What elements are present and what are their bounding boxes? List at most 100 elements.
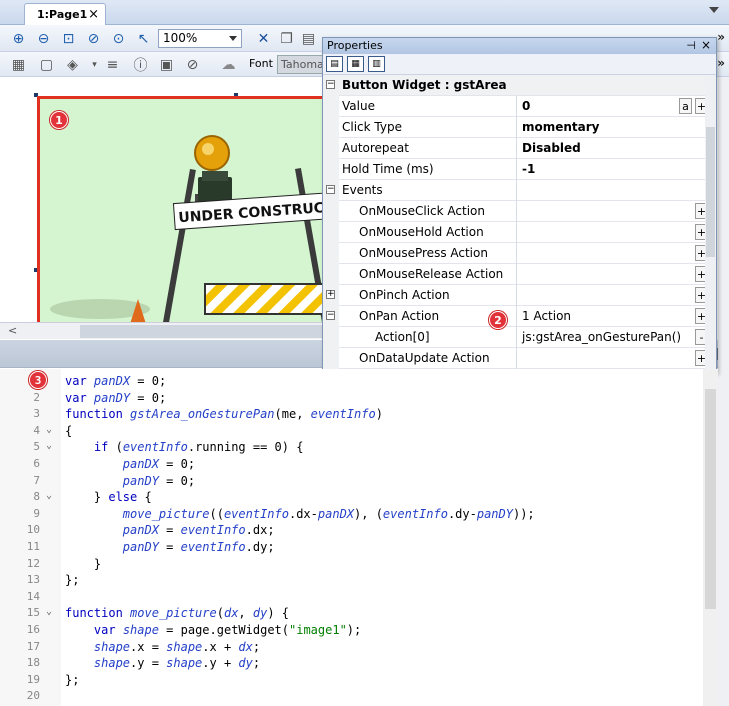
property-value[interactable]: momentary <box>516 117 706 138</box>
grid-icon[interactable]: ▦ <box>10 56 27 73</box>
fold-toggle-icon[interactable]: ⌄ <box>46 424 52 435</box>
properties-vertical-scrollbar[interactable] <box>705 75 716 372</box>
code-line[interactable]: 20 <box>0 689 700 706</box>
font-select[interactable]: Tahoma <box>277 55 323 74</box>
code-line[interactable]: 11 panDY = eventInfo.dy; <box>0 540 700 557</box>
property-row[interactable]: OnDataUpdate Action + <box>323 348 716 369</box>
expand-icon[interactable]: + <box>326 290 335 299</box>
property-row[interactable]: OnMouseRelease Action + <box>323 264 716 285</box>
property-row[interactable]: OnMouseClick Action + <box>323 201 716 222</box>
property-value[interactable] <box>516 222 706 243</box>
image-icon[interactable]: ▣ <box>158 56 175 73</box>
tab-list-dropdown-icon[interactable] <box>709 7 719 13</box>
property-value[interactable]: 1 Action <box>516 306 706 327</box>
zoom-select[interactable]: 100% <box>158 29 242 48</box>
property-row[interactable]: OnMouseHold Action + <box>323 222 716 243</box>
property-value[interactable] <box>516 201 706 222</box>
property-value[interactable] <box>516 243 706 264</box>
row-gutter: − <box>323 75 339 96</box>
disable-icon[interactable]: ⊘ <box>184 56 201 73</box>
collapse-icon[interactable]: − <box>326 185 335 194</box>
code-line[interactable]: 17 shape.x = shape.x + dx; <box>0 640 700 657</box>
design-canvas[interactable]: UNDER CONSTRUCTION 1 <box>0 77 322 322</box>
code-line[interactable]: 13}; <box>0 573 700 590</box>
tab-close-icon[interactable]: × <box>88 7 99 22</box>
property-value[interactable]: js:gstArea_onGesturePan() <box>516 327 706 348</box>
code-line[interactable]: 3 function gstArea_onGesturePan(me, event… <box>0 407 700 424</box>
code-line[interactable]: 9 move_picture((eventInfo.dx-panDX), (ev… <box>0 507 700 524</box>
code-line[interactable]: 8 ⌄ } else { <box>0 490 700 507</box>
code-line[interactable]: 7 panDY = 0; <box>0 474 700 491</box>
property-value[interactable] <box>516 180 706 201</box>
property-row[interactable]: + OnPinch Action + <box>323 285 716 306</box>
zoom-width-icon[interactable]: ⊘ <box>85 30 102 47</box>
property-row[interactable]: − OnPan Action 1 Action + <box>323 306 716 327</box>
code-line[interactable]: 2 var panDY = 0; <box>0 391 700 408</box>
fill-color-icon[interactable]: ◈ <box>64 56 81 73</box>
property-value[interactable]: Disabled <box>516 138 706 159</box>
zoom-tool-icon[interactable]: ↖ <box>135 30 152 47</box>
line-number: 9 <box>33 506 40 520</box>
pin-icon[interactable]: ⊣ <box>686 39 696 52</box>
delete-icon[interactable]: ✕ <box>255 30 272 47</box>
property-row[interactable]: Value 0 a + <box>323 96 716 117</box>
section-header-label: Button Widget : gstArea <box>342 78 507 92</box>
collapse-icon[interactable]: − <box>326 311 335 320</box>
code-line[interactable]: 14 <box>0 590 700 607</box>
code-line[interactable]: 6 panDX = 0; <box>0 457 700 474</box>
paste-icon[interactable]: ▤ <box>300 30 317 47</box>
line-style-icon[interactable]: ≡ <box>104 56 121 73</box>
comment-icon[interactable]: ☁ <box>220 56 237 73</box>
property-value[interactable] <box>516 348 706 369</box>
chevron-left-icon[interactable]: < <box>8 324 17 337</box>
tab-page1[interactable]: 1:Page1 × <box>24 3 106 25</box>
property-value[interactable]: -1 <box>516 159 706 180</box>
canvas-horizontal-scrollbar[interactable]: < <box>0 322 322 339</box>
code-line[interactable]: 12 } <box>0 557 700 574</box>
gstarea-widget[interactable]: UNDER CONSTRUCTION <box>37 96 322 322</box>
code-line[interactable]: 5 ⌄ if (eventInfo.running == 0) { <box>0 440 700 457</box>
zoom-page-icon[interactable]: ⊡ <box>60 30 77 47</box>
copy-icon[interactable]: ❐ <box>278 30 295 47</box>
property-value[interactable] <box>516 285 706 306</box>
property-section-header[interactable]: − Button Widget : gstArea <box>323 75 716 96</box>
code-line[interactable]: 18 shape.y = shape.y + dy; <box>0 656 700 673</box>
code-line[interactable]: 16 var shape = page.getWidget("image1"); <box>0 623 700 640</box>
code-line[interactable]: 10 panDX = eventInfo.dx; <box>0 523 700 540</box>
property-row[interactable]: OnMousePress Action + <box>323 243 716 264</box>
property-row[interactable]: Hold Time (ms) -1 <box>323 159 716 180</box>
code-line[interactable]: 1var panDX = 0; <box>0 374 700 391</box>
code-line[interactable]: 4 ⌄ { <box>0 424 700 441</box>
info-icon[interactable]: ⓘ <box>132 56 149 74</box>
editor-vertical-scrollbar[interactable] <box>703 369 718 706</box>
scrollbar-thumb[interactable] <box>80 325 322 338</box>
property-row[interactable]: Autorepeat Disabled <box>323 138 716 159</box>
collapse-all-icon[interactable]: ▥ <box>368 56 385 72</box>
toolbar-overflow-icon[interactable]: » <box>717 56 725 70</box>
property-value[interactable]: 0 <box>516 96 706 117</box>
fold-toggle-icon[interactable]: ⌄ <box>46 440 52 451</box>
chevron-down-icon[interactable]: ▾ <box>86 56 103 73</box>
toolbar-overflow-icon[interactable]: » <box>717 30 725 44</box>
categorized-view-icon[interactable]: ▤ <box>326 56 343 72</box>
property-row[interactable]: Click Type momentary <box>323 117 716 138</box>
scrollbar-thumb[interactable] <box>705 389 716 609</box>
code-line[interactable]: 15 ⌄ function move_picture(dx, dy) { <box>0 606 700 623</box>
zoom-selection-icon[interactable]: ⊙ <box>110 30 127 47</box>
collapse-icon[interactable]: − <box>326 80 335 89</box>
frame-icon[interactable]: ▢ <box>38 56 55 73</box>
zoom-out-icon[interactable]: ⊖ <box>35 30 52 47</box>
fold-toggle-icon[interactable]: ⌄ <box>46 606 52 617</box>
right-edge-scrollbar[interactable] <box>718 77 729 706</box>
edit-value-button[interactable]: a <box>679 98 692 114</box>
script-editor[interactable]: 1var panDX = 0;2 var panDY = 0; 3 function … <box>0 369 718 706</box>
fold-toggle-icon[interactable]: ⌄ <box>46 490 52 501</box>
property-value[interactable] <box>516 264 706 285</box>
scrollbar-thumb[interactable] <box>706 127 715 257</box>
property-row[interactable]: − Events <box>323 180 716 201</box>
expand-all-icon[interactable]: ▦ <box>347 56 364 72</box>
property-row[interactable]: Action[0] js:gstArea_onGesturePan() - <box>323 327 716 348</box>
code-line[interactable]: 19}; <box>0 673 700 690</box>
zoom-in-icon[interactable]: ⊕ <box>10 30 27 47</box>
close-icon[interactable]: × <box>701 38 711 52</box>
